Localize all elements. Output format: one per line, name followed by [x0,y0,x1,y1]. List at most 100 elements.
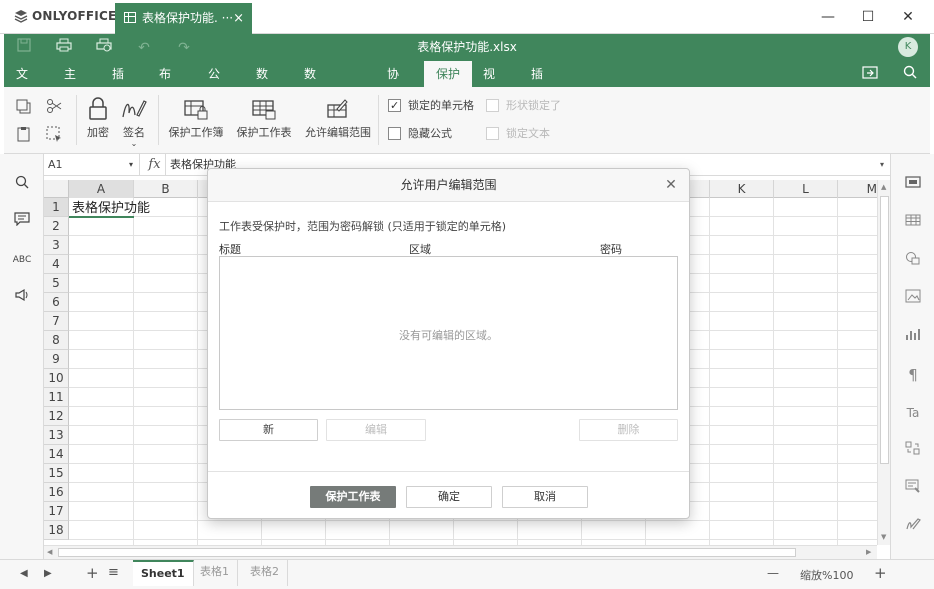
lock-text-checkbox[interactable]: 锁定文本 [486,126,550,142]
cell-settings-icon[interactable] [903,175,923,195]
tab-layout[interactable]: 布局 [151,61,179,107]
row-header[interactable]: 17 [44,502,69,521]
row-header[interactable]: 1 [44,198,69,217]
vertical-scrollbar[interactable]: ▲ ▼ [877,180,890,545]
column-header[interactable]: K [710,180,774,198]
allow-edit-ranges-button[interactable]: 允许编辑范围 [302,97,374,140]
tab-view[interactable]: 视图 [475,61,503,107]
row-header[interactable]: 18 [44,521,69,540]
search-icon[interactable] [12,175,32,195]
tab-plugins[interactable]: 插件 [523,61,551,107]
protect-workbook-button[interactable]: 保护工作簿 [166,97,226,140]
column-header[interactable]: B [134,180,198,198]
comments-icon[interactable] [12,212,32,232]
new-range-button[interactable]: 新 [219,419,318,441]
row-header[interactable]: 7 [44,312,69,331]
image-settings-icon[interactable] [903,289,923,309]
delete-range-button[interactable]: 删除 [579,419,678,441]
row-header[interactable]: 11 [44,388,69,407]
row-header[interactable]: 6 [44,293,69,312]
select-all-icon[interactable] [46,126,62,145]
row-header[interactable]: 10 [44,369,69,388]
row-header[interactable]: 9 [44,350,69,369]
first-sheet-icon[interactable]: ◀ [20,568,28,579]
close-tab-icon[interactable]: × [233,3,244,34]
scroll-up-icon[interactable]: ▲ [881,183,886,191]
row-header[interactable]: 4 [44,255,69,274]
paragraph-settings-icon[interactable]: ¶ [903,365,923,385]
protect-sheet-button[interactable]: 保护工作表 [234,97,294,140]
tab-protect[interactable]: 保护 [424,61,472,87]
scroll-right-icon[interactable]: ▶ [866,548,871,556]
tab-file[interactable]: 文件 [8,61,36,107]
row-header[interactable]: 2 [44,217,69,236]
name-box[interactable]: A1 ▾ [44,154,140,175]
row-header[interactable]: 8 [44,331,69,350]
document-tab[interactable]: 表格保护功能. ··· × [115,3,252,34]
function-icon[interactable]: fx [144,154,166,175]
shape-locked-checkbox[interactable]: 形状锁定了 [486,98,561,114]
zoom-out-button[interactable]: — [767,566,779,580]
cancel-button[interactable]: 取消 [502,486,588,508]
tab-home[interactable]: 主页 [56,61,84,107]
column-header[interactable]: A [69,180,134,198]
zoom-in-button[interactable]: + [874,564,887,582]
row-header[interactable]: 12 [44,407,69,426]
row-header[interactable]: 14 [44,445,69,464]
spellcheck-icon[interactable]: ABC [12,250,32,270]
cut-icon[interactable] [46,98,62,117]
close-window-button[interactable]: ✕ [898,7,918,27]
row-header[interactable]: 13 [44,426,69,445]
encrypt-button[interactable]: 加密 [84,97,112,140]
shape-settings-icon[interactable] [903,251,923,271]
tab-insert[interactable]: 插入 [104,61,132,107]
protect-sheet-button[interactable]: 保护工作表 [310,486,396,508]
form-settings-icon[interactable] [903,479,923,499]
tab-pivot-table[interactable]: 数据透视表 [296,61,324,185]
tab-data[interactable]: 数据 [248,61,276,107]
table-settings-icon[interactable] [903,213,923,233]
close-icon[interactable]: ✕ [663,177,679,193]
select-all-corner[interactable] [44,180,69,198]
paste-icon[interactable] [16,126,32,145]
row-header[interactable]: 15 [44,464,69,483]
scroll-left-icon[interactable]: ◀ [47,548,52,556]
maximize-button[interactable]: ☐ [858,7,878,27]
vertical-scroll-thumb[interactable] [880,196,889,464]
minimize-button[interactable]: — [818,7,838,27]
horizontal-scroll-thumb[interactable] [58,548,796,557]
column-header[interactable]: L [774,180,838,198]
open-location-icon[interactable] [860,65,880,83]
scroll-down-icon[interactable]: ▼ [881,533,886,541]
hidden-formula-checkbox[interactable]: 隐藏公式 [388,126,452,142]
add-sheet-icon[interactable]: + [86,564,99,582]
expand-formula-icon[interactable]: ▾ [880,154,884,175]
user-avatar[interactable]: K [898,37,918,57]
zoom-level[interactable]: 缩放%100 [800,567,853,583]
horizontal-scrollbar[interactable]: ◀ ▶ [44,545,877,559]
row-header[interactable]: 16 [44,483,69,502]
column-header[interactable]: M [838,180,877,198]
feedback-icon[interactable] [12,288,32,308]
signature-button[interactable]: 签名 ⌄ [118,97,150,148]
signature-settings-icon[interactable] [903,517,923,537]
edit-range-button[interactable]: 编辑 [326,419,426,441]
ranges-list[interactable]: 没有可编辑的区域。 [219,256,678,410]
pivot-settings-icon[interactable] [903,441,923,461]
sheet-tab-2[interactable]: 表格1 [192,560,238,586]
copy-icon[interactable] [16,99,32,118]
tab-collaborate[interactable]: 协作 [379,61,407,107]
sheet-tab-3[interactable]: 表格2 [242,560,288,586]
text-art-settings-icon[interactable]: Ta [903,403,923,423]
last-sheet-icon[interactable]: ▶ [44,568,52,579]
sheet-list-icon[interactable]: ≡ [108,565,119,580]
locked-cell-checkbox[interactable]: 锁定的单元格 [388,98,474,114]
tab-formula[interactable]: 公式 [200,61,228,107]
chart-settings-icon[interactable] [903,327,923,347]
ok-button[interactable]: 确定 [406,486,492,508]
shape-locked-label: 形状锁定了 [506,99,561,112]
row-header[interactable]: 3 [44,236,69,255]
search-icon[interactable] [900,65,920,83]
row-header[interactable]: 5 [44,274,69,293]
sheet-tab-sheet1[interactable]: Sheet1 [133,560,194,586]
